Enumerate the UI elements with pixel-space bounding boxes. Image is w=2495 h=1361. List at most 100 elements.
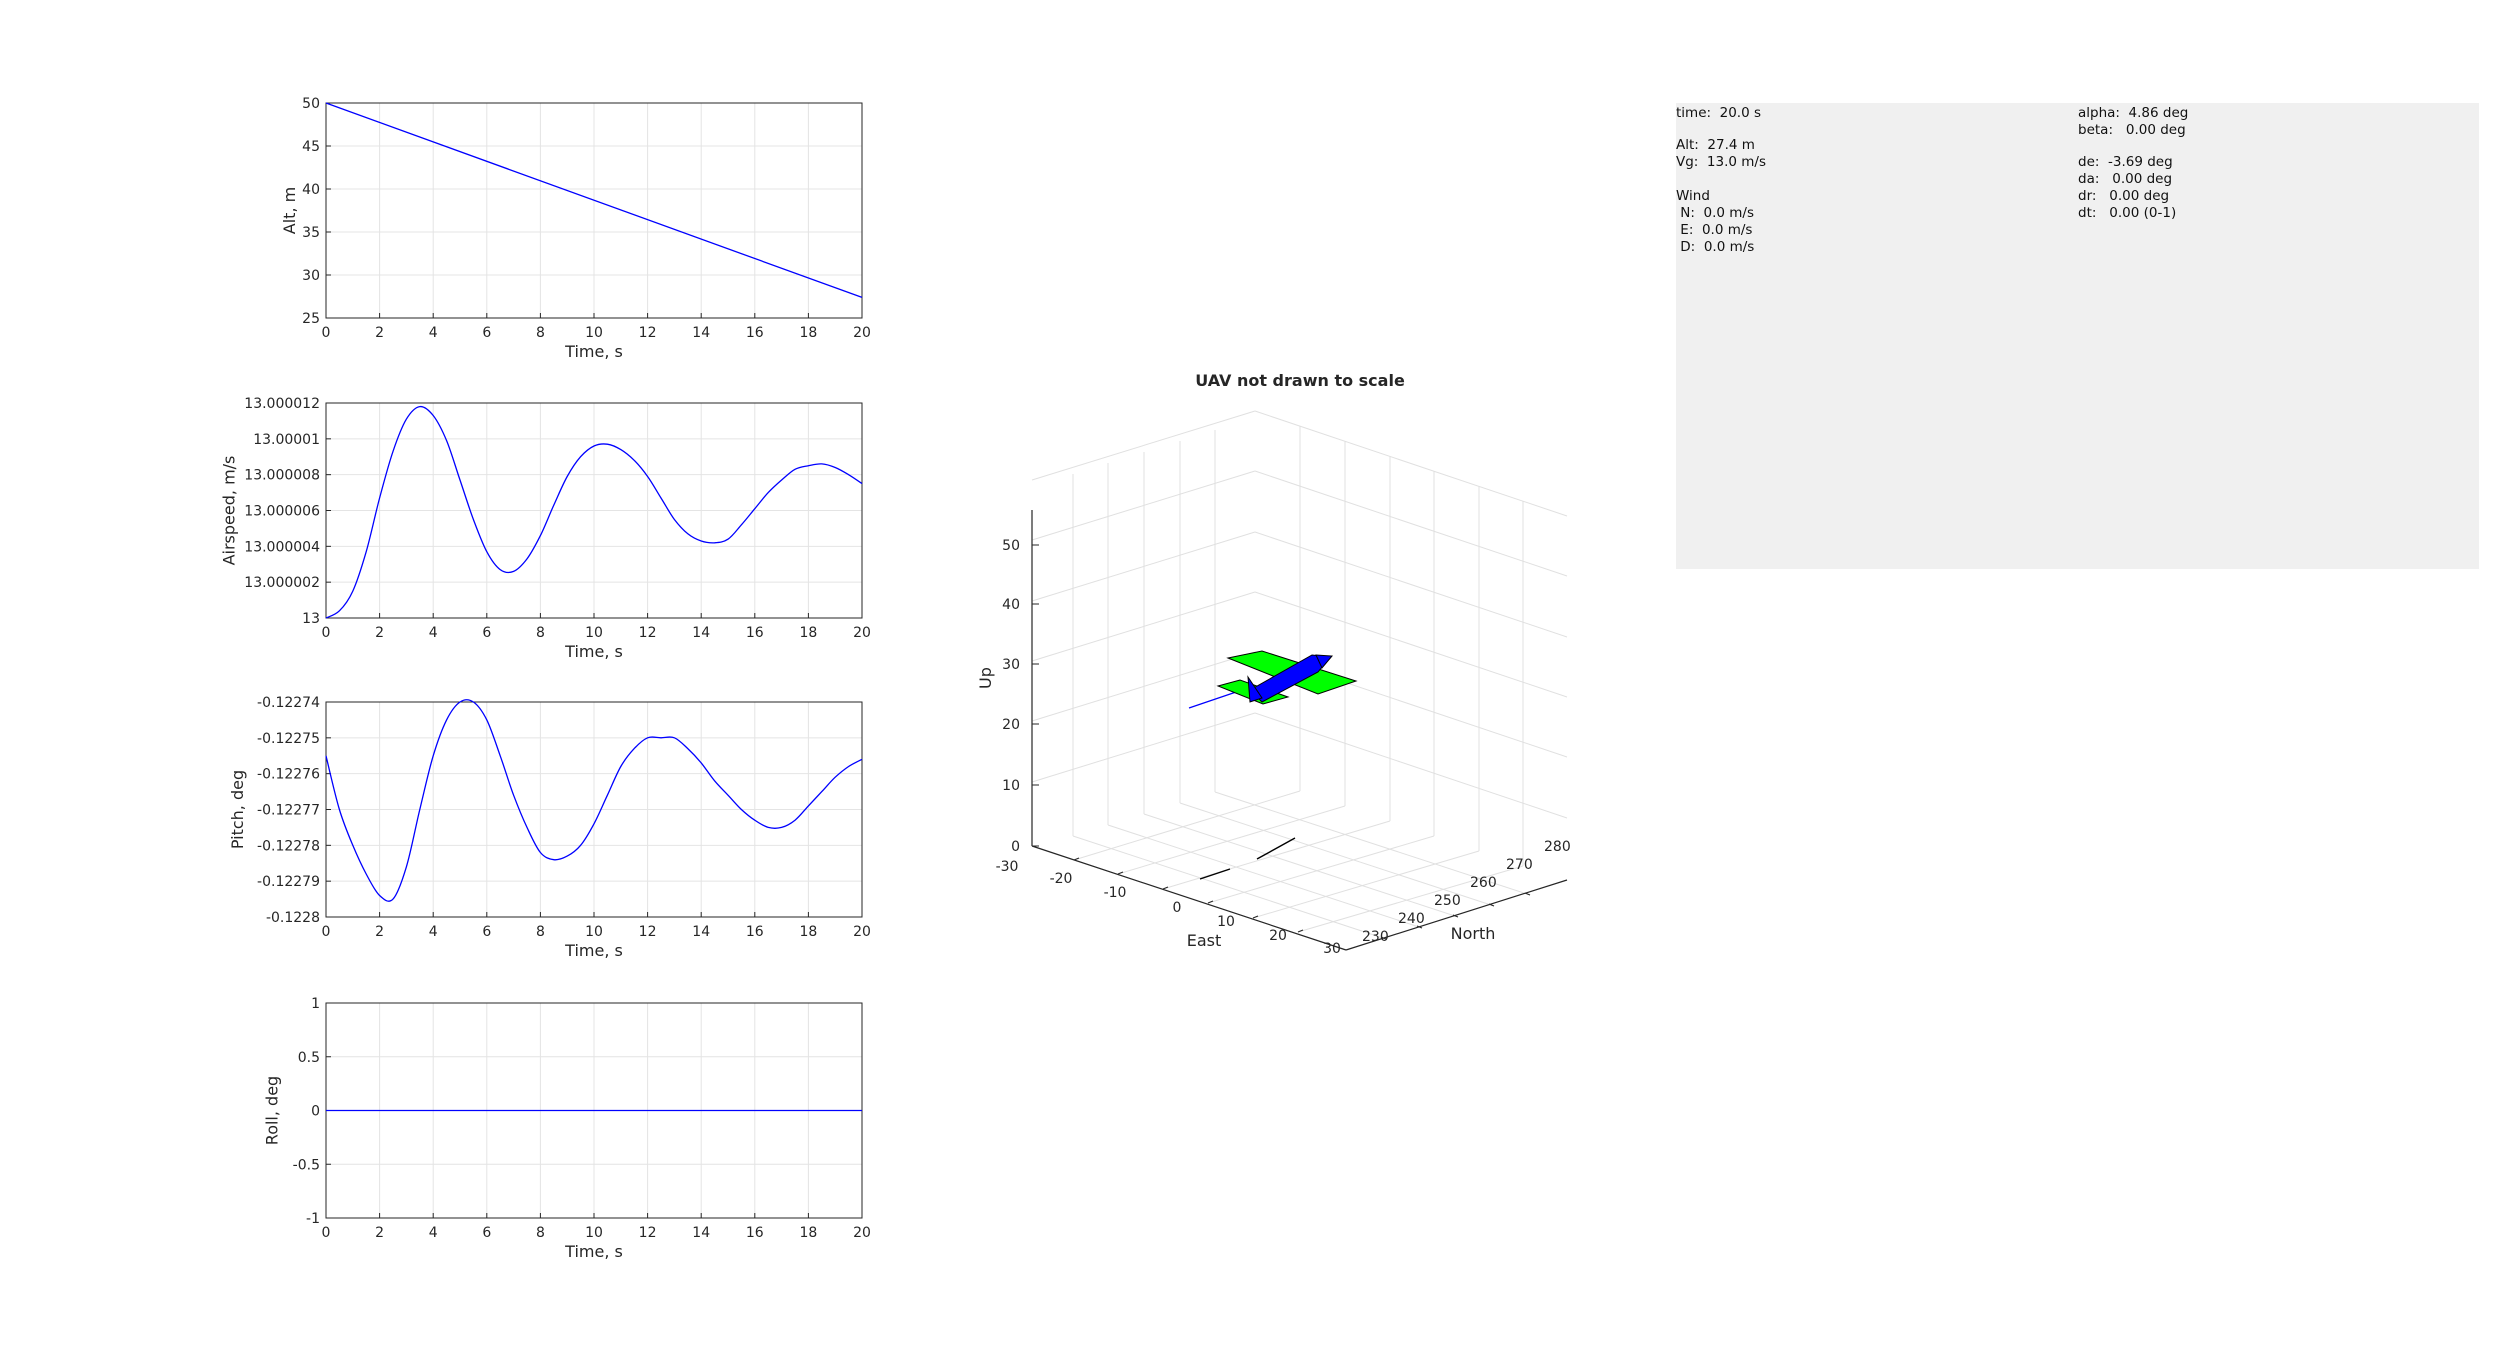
x-tick-label: 10 bbox=[585, 625, 603, 641]
y-tick-label: 13.000008 bbox=[244, 468, 320, 484]
east-tick: -10 bbox=[1104, 885, 1127, 901]
y-tick-label: 13.000012 bbox=[244, 396, 320, 412]
x-tick-label: 14 bbox=[692, 325, 710, 341]
chart-3d-title: UAV not drawn to scale bbox=[1195, 371, 1405, 390]
status-panel: time: 20.0 s Alt: 27.4 m Vg: 13.0 m/s Wi… bbox=[1676, 103, 2479, 569]
panel-alt: Alt: 27.4 m bbox=[1676, 137, 1755, 153]
up-tick: 20 bbox=[1002, 717, 1020, 733]
x-tick-label: 20 bbox=[853, 325, 871, 341]
x-tick-label: 14 bbox=[692, 924, 710, 940]
panel-time: time: 20.0 s bbox=[1676, 105, 1762, 121]
y-axis-label: Pitch, deg bbox=[228, 770, 247, 849]
x-tick-label: 20 bbox=[853, 625, 871, 641]
y-tick-label: 25 bbox=[302, 311, 320, 327]
x-tick-label: 18 bbox=[799, 625, 817, 641]
y-tick-label: 0.5 bbox=[298, 1050, 320, 1066]
x-tick-label: 0 bbox=[322, 625, 331, 641]
y-tick-label: -0.5 bbox=[293, 1157, 320, 1173]
y-tick-label: 35 bbox=[302, 225, 320, 241]
y-tick-label: -0.12277 bbox=[257, 803, 320, 819]
y-tick-label: 13.00001 bbox=[253, 432, 320, 448]
y-tick-label: -0.12279 bbox=[257, 874, 320, 890]
chart-3: 0 2 4 6 8 10 12 14 16 18 20 -0.1228 -0.12279 -0.12278… bbox=[228, 695, 871, 960]
north-axis-label: North bbox=[1451, 924, 1496, 943]
panel-de: de: -3.69 deg bbox=[2078, 154, 2173, 170]
y-tick-label: 30 bbox=[302, 268, 320, 284]
chart-2: 0 2 4 6 8 10 12 14 16 18 20 13 13.000002 13.000004 13.… bbox=[220, 396, 871, 661]
x-tick-label: 0 bbox=[322, 924, 331, 940]
y-tick-label: -0.12276 bbox=[257, 767, 320, 783]
panel-alpha: alpha: 4.86 deg bbox=[2078, 105, 2189, 121]
x-tick-label: 20 bbox=[853, 1225, 871, 1241]
panel-dr: dr: 0.00 deg bbox=[2078, 188, 2170, 204]
x-tick-label: 12 bbox=[639, 625, 657, 641]
x-tick-label: 16 bbox=[746, 625, 764, 641]
uav-aircraft bbox=[1216, 650, 1358, 705]
x-axis-label: Time, s bbox=[564, 941, 623, 960]
x-tick-label: 12 bbox=[639, 325, 657, 341]
north-tick: 270 bbox=[1506, 857, 1533, 873]
x-tick-label: 6 bbox=[482, 625, 491, 641]
up-tick: 40 bbox=[1002, 597, 1020, 613]
east-tick: 30 bbox=[1323, 941, 1341, 957]
x-tick-label: 10 bbox=[585, 924, 603, 940]
y-tick-label: 13.000006 bbox=[244, 504, 320, 520]
up-tick: 50 bbox=[1002, 538, 1020, 554]
uav-3d-view: UAV not drawn to scale 0 10 20 30 40 50 … bbox=[976, 371, 1571, 957]
x-tick-label: 6 bbox=[482, 924, 491, 940]
east-tick-labels: -30 -20 -10 0 10 20 30 bbox=[996, 859, 1341, 957]
east-tick: 0 bbox=[1173, 900, 1182, 916]
x-tick-label: 8 bbox=[536, 625, 545, 641]
y-axis-label: Roll, deg bbox=[263, 1076, 282, 1145]
x-tick-label: 4 bbox=[429, 924, 438, 940]
y-axis-label: Airspeed, m/s bbox=[220, 456, 239, 566]
y-tick-label: -0.1228 bbox=[266, 910, 320, 926]
y-tick-label: -0.12274 bbox=[257, 695, 320, 711]
up-axis-label: Up bbox=[976, 667, 995, 689]
y-tick-label: 0 bbox=[311, 1104, 320, 1120]
x-tick-label: 18 bbox=[799, 325, 817, 341]
east-axis-label: East bbox=[1187, 931, 1222, 950]
x-axis-label: Time, s bbox=[564, 1242, 623, 1261]
3d-axis-ticks bbox=[1032, 544, 1531, 940]
chart-1: 0 2 4 6 8 10 12 14 16 18 20 25 30 35 40 45 50 Time, s Alt,… bbox=[280, 96, 871, 361]
x-tick-label: 20 bbox=[853, 924, 871, 940]
up-tick-labels: 0 10 20 30 40 50 bbox=[1002, 538, 1020, 855]
x-tick-label: 10 bbox=[585, 1225, 603, 1241]
y-tick-label: 1 bbox=[311, 996, 320, 1012]
x-tick-label: 8 bbox=[536, 1225, 545, 1241]
north-tick: 280 bbox=[1544, 839, 1571, 855]
north-tick: 260 bbox=[1470, 875, 1497, 891]
x-tick-label: 4 bbox=[429, 325, 438, 341]
x-tick-label: 0 bbox=[322, 1225, 331, 1241]
panel-beta: beta: 0.00 deg bbox=[2078, 122, 2186, 138]
up-tick: 0 bbox=[1011, 839, 1020, 855]
x-tick-label: 6 bbox=[482, 325, 491, 341]
panel-da: da: 0.00 deg bbox=[2078, 171, 2173, 187]
chart-4: 0 2 4 6 8 10 12 14 16 18 20 -1 -0.5 0 0.5 1 Time, s Roll,… bbox=[263, 996, 871, 1261]
panel-wind-d: D: 0.0 m/s bbox=[1676, 239, 1755, 255]
y-tick-label: 13.000004 bbox=[244, 539, 320, 555]
y-tick-label: 40 bbox=[302, 182, 320, 198]
y-tick-label: -1 bbox=[306, 1211, 320, 1227]
x-tick-label: 14 bbox=[692, 625, 710, 641]
x-axis-label: Time, s bbox=[564, 642, 623, 661]
x-tick-label: 16 bbox=[746, 1225, 764, 1241]
y-axis-label: Alt, m bbox=[280, 187, 299, 234]
y-tick-label: 50 bbox=[302, 96, 320, 112]
x-tick-label: 16 bbox=[746, 325, 764, 341]
panel-wind-n: N: 0.0 m/s bbox=[1676, 205, 1755, 221]
y-tick-label: -0.12275 bbox=[257, 731, 320, 747]
east-tick: 20 bbox=[1269, 928, 1287, 944]
x-tick-label: 12 bbox=[639, 924, 657, 940]
up-tick: 30 bbox=[1002, 657, 1020, 673]
x-tick-label: 2 bbox=[375, 625, 384, 641]
x-tick-label: 18 bbox=[799, 924, 817, 940]
east-tick: -30 bbox=[996, 859, 1019, 875]
y-tick-label: -0.12278 bbox=[257, 838, 320, 854]
north-tick: 230 bbox=[1362, 929, 1389, 945]
x-tick-label: 2 bbox=[375, 924, 384, 940]
y-tick-label: 45 bbox=[302, 139, 320, 155]
x-tick-label: 14 bbox=[692, 1225, 710, 1241]
panel-wind-e: E: 0.0 m/s bbox=[1676, 222, 1753, 238]
